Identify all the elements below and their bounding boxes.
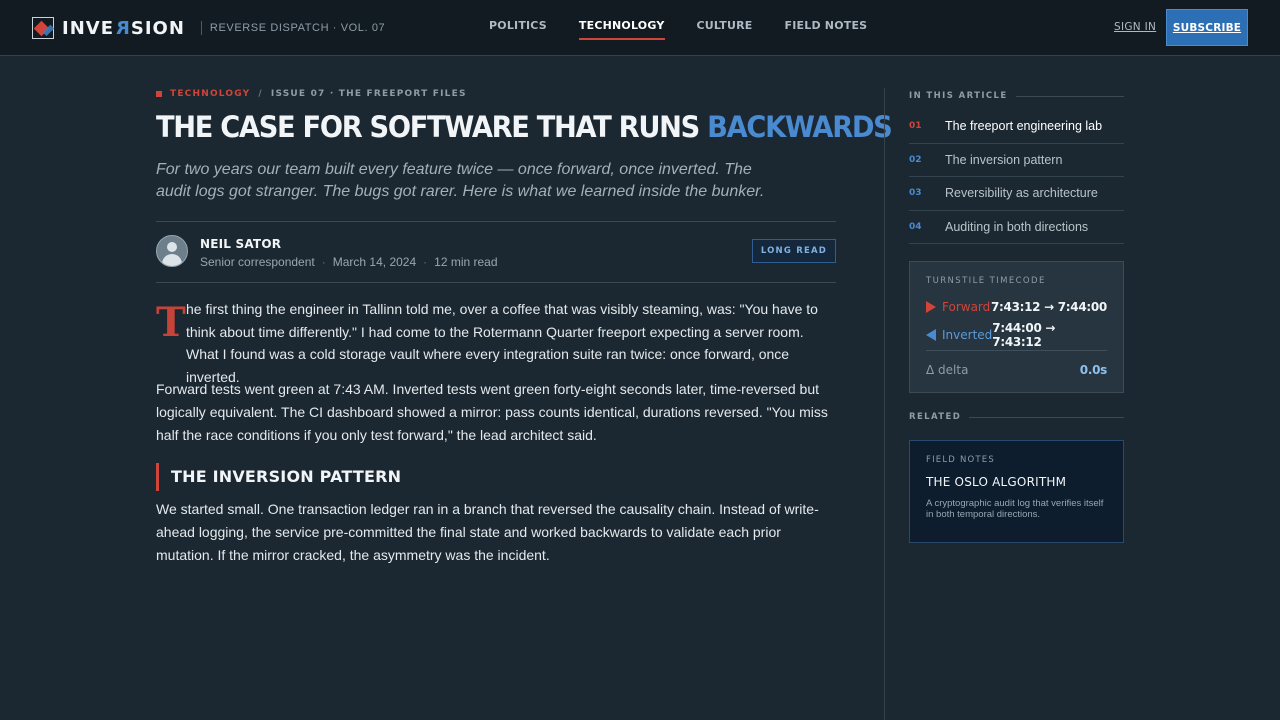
toc-number: 01 bbox=[909, 121, 922, 132]
publish-date: March 14, 2024 bbox=[332, 255, 417, 269]
byline-meta: Senior correspondent · March 14, 2024 · 12 m… bbox=[200, 255, 498, 269]
brand-divider bbox=[200, 21, 202, 35]
timecode-panel: TURNSTILE TIMECODE Forward 7:43:12 → 7:4… bbox=[909, 261, 1124, 393]
inverted-value: 7:44:00 → 7:43:12 bbox=[992, 321, 1056, 349]
article-paragraph: T he first thing the engineer in Tallinn… bbox=[156, 298, 836, 388]
timecode-delta-row: Δ delta 0.0s bbox=[926, 360, 1107, 380]
author-role: Senior correspondent bbox=[200, 255, 315, 269]
related-description: A cryptographic audit log that verifies … bbox=[926, 498, 1104, 520]
toc-heading-label: IN THIS ARTICLE bbox=[909, 91, 1008, 101]
forward-value: 7:43:12 → 7:44:00 bbox=[990, 300, 1107, 314]
play-forward-icon bbox=[926, 301, 936, 313]
related-title: THE OSLO ALGORITHM bbox=[926, 475, 1067, 489]
brand-wordmark: INVE R SION bbox=[62, 18, 185, 39]
article-dek: For two years our team built every featu… bbox=[156, 161, 765, 200]
divider bbox=[156, 282, 836, 283]
toc-item[interactable]: 01 The freeport engineering lab bbox=[909, 110, 1124, 144]
table-of-contents: 01 The freeport engineering lab 02 The i… bbox=[909, 110, 1124, 244]
breadcrumb: TECHNOLOGY / ISSUE 07 · THE FREEPORT FIL… bbox=[156, 89, 467, 99]
author-avatar-icon[interactable] bbox=[156, 235, 188, 267]
toc-label: Reversibility as architecture bbox=[945, 186, 1098, 201]
related-heading-label: RELATED bbox=[909, 412, 962, 422]
timecode-forward-row: Forward 7:43:12 → 7:44:00 bbox=[926, 297, 1107, 317]
section-heading: THE INVERSION PATTERN bbox=[156, 463, 401, 491]
inversion-logo-icon bbox=[32, 17, 54, 39]
category-square-icon bbox=[156, 91, 162, 97]
article-paragraph: We started small. One transaction ledger… bbox=[156, 501, 819, 563]
nav-item-technology[interactable]: TECHNOLOGY bbox=[578, 0, 665, 56]
toc-item[interactable]: 04 Auditing in both directions bbox=[909, 211, 1124, 244]
delta-value: 0.0s bbox=[1079, 363, 1108, 377]
toc-number: 02 bbox=[909, 154, 922, 165]
brand-logo[interactable]: INVE R SION REVERSE DISPATCH · VOL. 07 bbox=[32, 16, 385, 40]
toc-item[interactable]: 02 The inversion pattern bbox=[909, 144, 1124, 177]
breadcrumb-category[interactable]: TECHNOLOGY bbox=[170, 89, 250, 99]
related-article-card[interactable]: FIELD NOTES THE OSLO ALGORITHM A cryptog… bbox=[909, 440, 1124, 543]
top-bar: INVE R SION REVERSE DISPATCH · VOL. 07 POL… bbox=[0, 0, 1280, 56]
headline-accent: BACKWARDS bbox=[707, 110, 893, 144]
subscribe-button[interactable]: SUBSCRIBE bbox=[1166, 9, 1248, 46]
toc-label: The freeport engineering lab bbox=[945, 119, 1103, 134]
nav-item-culture[interactable]: CULTURE bbox=[697, 0, 753, 56]
toc-number: 03 bbox=[909, 188, 922, 199]
headline-text: THE CASE FOR SOFTWARE THAT RUNS bbox=[156, 110, 708, 144]
long-read-badge: LONG READ bbox=[751, 239, 836, 263]
drop-cap: T bbox=[156, 299, 186, 346]
toc-label: Auditing in both directions bbox=[945, 219, 1089, 234]
inverted-label: Inverted bbox=[942, 328, 993, 342]
divider bbox=[156, 221, 836, 222]
author-name[interactable]: NEIL SATOR bbox=[200, 237, 281, 251]
timecode-divider bbox=[926, 350, 1107, 351]
related-heading: RELATED bbox=[909, 412, 1124, 422]
brand-name-part: INVE bbox=[62, 17, 114, 39]
primary-nav: POLITICS TECHNOLOGY CULTURE FIELD NOTES bbox=[489, 0, 899, 56]
toc-label: The inversion pattern bbox=[945, 152, 1063, 167]
toc-number: 04 bbox=[909, 221, 922, 232]
article-headline: THE CASE FOR SOFTWARE THAT RUNS BACKWARD… bbox=[156, 110, 893, 144]
brand-name-part: SION bbox=[130, 17, 185, 39]
timecode-inverted-row: Inverted 7:44:00 → 7:43:12 bbox=[926, 321, 1107, 349]
breadcrumb-separator: / bbox=[258, 89, 263, 99]
play-reverse-icon bbox=[926, 329, 936, 341]
delta-label: Δ delta bbox=[926, 363, 969, 377]
nav-item-field-notes[interactable]: FIELD NOTES bbox=[785, 0, 868, 56]
toc-item[interactable]: 03 Reversibility as architecture bbox=[909, 177, 1124, 211]
forward-label: Forward bbox=[942, 300, 991, 314]
timecode-title: TURNSTILE TIMECODE bbox=[926, 276, 1046, 286]
related-kicker: FIELD NOTES bbox=[926, 455, 995, 465]
nav-item-politics[interactable]: POLITICS bbox=[489, 0, 547, 56]
sidebar-divider bbox=[884, 88, 885, 720]
byline: NEIL SATOR Senior correspondent · March 14… bbox=[156, 235, 836, 269]
brand-name-flipped-letter: R bbox=[115, 17, 130, 39]
read-time: 12 min read bbox=[434, 255, 498, 269]
article-paragraph: Forward tests went green at 7:43 AM. Inv… bbox=[156, 381, 828, 443]
sign-in-link[interactable]: SIGN IN bbox=[1114, 21, 1156, 33]
paragraph-text: he first thing the engineer in Tallinn t… bbox=[186, 301, 818, 385]
toc-heading: IN THIS ARTICLE bbox=[909, 91, 1124, 101]
breadcrumb-issue[interactable]: ISSUE 07 · THE FREEPORT FILES bbox=[271, 89, 467, 99]
brand-tagline: REVERSE DISPATCH · VOL. 07 bbox=[209, 22, 386, 34]
